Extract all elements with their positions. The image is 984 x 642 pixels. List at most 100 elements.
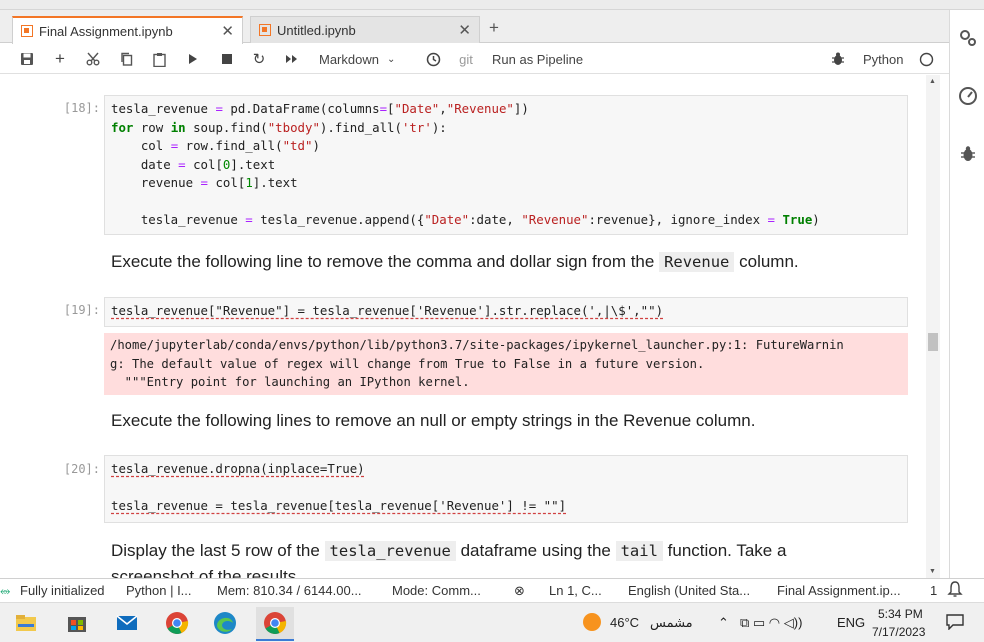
notification-center-icon[interactable] — [946, 614, 964, 633]
cut-icon[interactable] — [84, 49, 102, 69]
cell-prompt: [18]: — [63, 101, 100, 115]
store-icon[interactable] — [65, 611, 89, 635]
chrome-icon[interactable] — [165, 611, 189, 635]
file-status: Final Assignment.ip... — [777, 583, 901, 598]
tab-bar: Final Assignment.ipynb ✕ Untitled.ipynb … — [0, 10, 949, 44]
code-line: tesla_revenue.dropna(inplace=True) — [111, 461, 365, 476]
debugger-icon[interactable] — [830, 49, 846, 69]
bell-icon[interactable] — [947, 581, 963, 601]
cell-prompt: [20]: — [63, 462, 100, 476]
chevron-up-icon[interactable]: ⌃ — [718, 615, 729, 631]
cell-type-label: Markdown — [319, 51, 379, 67]
jupyterlab-main: Final Assignment.ipynb ✕ Untitled.ipynb … — [0, 10, 949, 578]
tab-label: Final Assignment.ipynb — [39, 23, 173, 39]
code-line: revenue = col[1].text — [111, 175, 298, 190]
run-as-pipeline-button[interactable]: Run as Pipeline — [492, 49, 602, 69]
chevron-down-icon: ⌄ — [386, 53, 396, 65]
inline-code: Revenue — [659, 252, 735, 272]
save-icon[interactable] — [18, 49, 36, 69]
notebook-content: [18]: tesla_revenue = pd.DataFrame(colum… — [0, 75, 924, 578]
cell-prompt: [19]: — [63, 303, 100, 317]
input-language[interactable]: ENG — [837, 615, 865, 630]
notebook-icon — [259, 24, 271, 36]
code-cell-18[interactable]: tesla_revenue = pd.DataFrame(columns=["D… — [104, 95, 908, 235]
shield-icon: ⊗ — [514, 583, 525, 598]
code-line: tesla_revenue = pd.DataFrame(columns=["D… — [111, 101, 529, 116]
markdown-cell[interactable]: Execute the following lines to remove an… — [111, 411, 755, 431]
weather-icon[interactable] — [582, 612, 602, 635]
notebook-toolbar: + ↻ Markdown ⌄ git Run as Pipeline Pytho… — [0, 44, 949, 74]
inline-code: tail — [615, 541, 663, 561]
markdown-line: Display the last 5 row of the tesla_reve… — [111, 538, 786, 564]
window-top-strip — [0, 0, 984, 10]
clock-icon[interactable] — [424, 49, 442, 69]
lsp-icon[interactable]: ⥈ — [0, 583, 10, 599]
mail-icon[interactable] — [115, 611, 139, 635]
scroll-down-icon[interactable]: ▼ — [929, 568, 936, 575]
warning-line: g: The default value of regex will chang… — [110, 356, 705, 371]
property-inspector-icon[interactable] — [958, 28, 978, 48]
git-button[interactable]: git — [455, 49, 477, 69]
stderr-output: /home/jupyterlab/conda/envs/python/lib/p… — [104, 333, 908, 395]
restart-icon[interactable]: ↻ — [250, 49, 268, 69]
scroll-up-icon[interactable]: ▲ — [929, 78, 936, 85]
windows-taskbar: 46°C مشمس ⌃ ⧉ ▭ ◠ ◁)) ENG 5:34 PM 7/17/2… — [0, 602, 984, 642]
markdown-text: function. Take a — [662, 541, 787, 560]
language-status[interactable]: English (United Sta... — [628, 583, 750, 598]
markdown-cell[interactable]: Execute the following line to remove the… — [111, 252, 799, 272]
tab-untitled[interactable]: Untitled.ipynb ✕ — [250, 16, 480, 43]
markdown-text: dataframe using the — [455, 541, 616, 560]
notification-count[interactable]: 1 — [930, 583, 937, 598]
code-line: tesla_revenue = tesla_revenue[tesla_reve… — [111, 498, 567, 513]
markdown-text: Execute the following line to remove the… — [111, 252, 660, 271]
code-line: for row in soup.find("tbody").find_all('… — [111, 119, 447, 135]
scroll-thumb[interactable] — [928, 333, 938, 351]
run-icon[interactable] — [185, 49, 201, 69]
tab-label: Untitled.ipynb — [277, 22, 356, 38]
lsp-status[interactable]: Fully initialized — [20, 583, 105, 598]
kernel-status-icon — [918, 49, 934, 69]
code-line: tesla_revenue = tesla_revenue.append({"D… — [111, 212, 820, 227]
tray-icons[interactable]: ⧉ ▭ ◠ ◁)) — [740, 615, 802, 631]
cursor-position[interactable]: Ln 1, C... — [549, 583, 602, 598]
markdown-text: Execute the following lines to remove an… — [111, 411, 756, 430]
debugger-panel-icon[interactable] — [958, 144, 978, 164]
paste-icon[interactable] — [151, 49, 167, 69]
vertical-scrollbar[interactable]: ▲ ▼ — [926, 75, 940, 578]
copy-icon[interactable] — [118, 49, 134, 69]
right-sidebar — [949, 10, 984, 578]
kernel-status[interactable]: Python | I... — [126, 583, 192, 598]
clock-time[interactable]: 5:34 PM — [878, 607, 923, 621]
chrome-active-icon[interactable] — [256, 607, 294, 641]
status-bar: ⥈ Fully initialized Python | I... Mem: 8… — [0, 578, 984, 602]
markdown-text: column. — [734, 252, 799, 271]
clock-date[interactable]: 7/17/2023 — [872, 625, 925, 639]
weather-text[interactable]: مشمس — [650, 615, 693, 631]
kernel-name[interactable]: Python — [863, 49, 913, 69]
code-line: tesla_revenue["Revenue"] = tesla_revenue… — [111, 303, 664, 318]
tab-final-assignment[interactable]: Final Assignment.ipynb ✕ — [12, 16, 243, 44]
code-cell-20[interactable]: tesla_revenue.dropna(inplace=True) tesla… — [104, 455, 908, 523]
memory-usage: Mem: 810.34 / 6144.00... — [217, 583, 362, 598]
temperature[interactable]: 46°C — [610, 615, 639, 630]
markdown-text: Display the last 5 row of the — [111, 541, 325, 560]
cell-type-select[interactable]: Markdown ⌄ — [319, 49, 409, 69]
file-explorer-icon[interactable] — [14, 611, 38, 635]
insert-cell-icon[interactable]: + — [52, 49, 68, 69]
close-icon[interactable]: ✕ — [458, 21, 471, 39]
markdown-line: screenshot of the results. — [111, 567, 301, 578]
fast-forward-icon[interactable] — [283, 49, 301, 69]
code-line: col = row.find_all("td") — [111, 138, 320, 153]
notebook-icon — [21, 25, 33, 37]
add-tab-button[interactable]: + — [484, 18, 504, 40]
edge-icon[interactable] — [213, 611, 237, 635]
markdown-cell[interactable]: Display the last 5 row of the tesla_reve… — [111, 538, 786, 578]
gauge-icon[interactable] — [958, 86, 978, 106]
inline-code: tesla_revenue — [324, 541, 456, 561]
stop-icon[interactable] — [219, 49, 235, 69]
warning-line: """Entry point for launching an IPython … — [110, 375, 470, 389]
code-cell-19[interactable]: tesla_revenue["Revenue"] = tesla_revenue… — [104, 297, 908, 327]
close-icon[interactable]: ✕ — [221, 22, 234, 40]
